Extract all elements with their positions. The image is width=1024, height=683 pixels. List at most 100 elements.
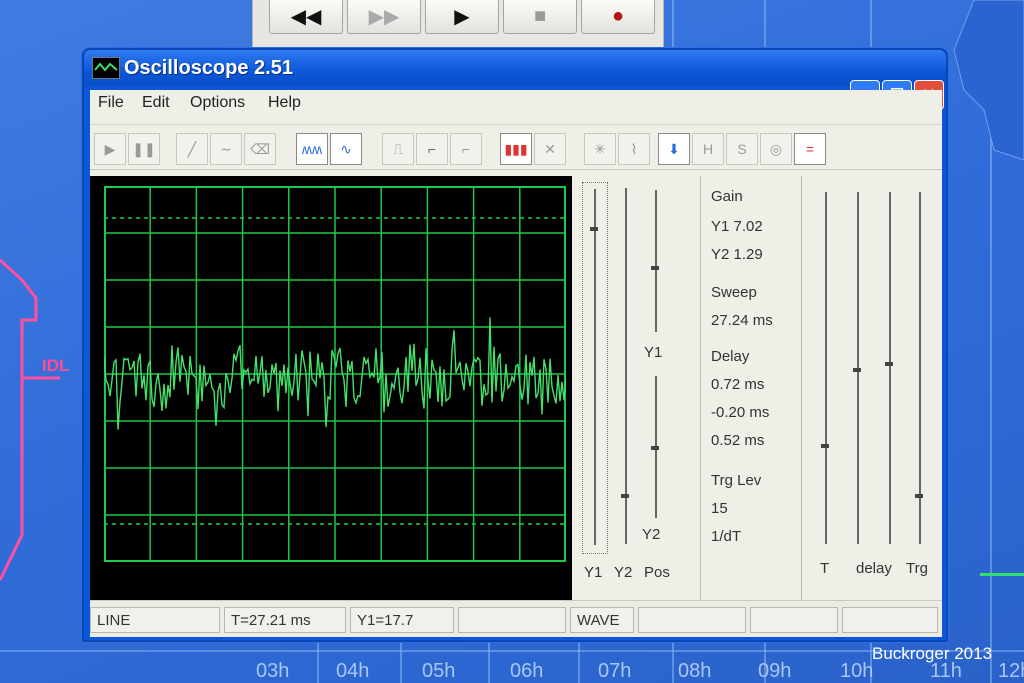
sweep-heading: Sweep xyxy=(711,284,757,301)
menu-help[interactable]: Help xyxy=(268,94,301,112)
photo-credit: Buckroger 2013 xyxy=(872,644,993,663)
y2-pos-label: Y2 xyxy=(642,526,661,543)
auto-tool[interactable]: ✳ xyxy=(584,133,616,165)
status-y1: Y1=17.7 xyxy=(350,607,454,633)
pause-icon: ❚❚ xyxy=(132,140,156,157)
equals-icon: = xyxy=(805,141,815,157)
scope-display[interactable] xyxy=(90,176,572,608)
pos-slider-label: Pos xyxy=(644,564,670,581)
rewind-icon: ◀◀ xyxy=(290,5,322,28)
time-label: 09h xyxy=(758,660,792,682)
menu-edit[interactable]: Edit xyxy=(142,94,170,112)
y1-pos-slider[interactable] xyxy=(644,186,668,336)
status-empty-1 xyxy=(458,607,566,633)
pause-tool[interactable]: ❚❚ xyxy=(128,133,160,165)
s-icon: S xyxy=(737,141,747,157)
curve-icon: ∼ xyxy=(220,140,232,157)
status-mode: LINE xyxy=(90,607,220,633)
settings-tool[interactable]: S xyxy=(726,133,758,165)
window-client: File Edit Options Help ▶ ❚❚ ╱ ∼ ⌫ ʍʍ ∿ ⎍… xyxy=(90,90,942,637)
fast-forward-button[interactable]: ▶▶ xyxy=(347,0,421,34)
menu-file[interactable]: File xyxy=(98,94,124,112)
wave-mode-tool[interactable]: ʍʍ xyxy=(296,133,328,165)
sweep-slider[interactable] xyxy=(814,192,838,544)
slope-icon: ⌐ xyxy=(461,141,471,157)
spectrum-tool[interactable]: ▮▮▮ xyxy=(500,133,532,165)
equals-tool[interactable]: = xyxy=(794,133,826,165)
xy-tool[interactable]: ∼ xyxy=(210,133,242,165)
freq-label: 1/dT xyxy=(711,528,742,545)
record-button[interactable]: ● xyxy=(581,0,655,34)
delay-value-1: 0.72 ms xyxy=(711,376,765,393)
edge-icon: ⌐ xyxy=(427,141,437,157)
sine-icon: ∿ xyxy=(340,140,352,157)
time-label: 04h xyxy=(336,660,370,682)
graph-icon: ⌇ xyxy=(630,140,638,157)
scope-grid xyxy=(104,186,566,562)
status-empty-2 xyxy=(638,607,746,633)
gain-y2-value: Y2 1.29 xyxy=(711,246,763,263)
play-button[interactable]: ▶ xyxy=(425,0,499,34)
run-tool[interactable]: ▶ xyxy=(94,133,126,165)
time-label: 08h xyxy=(678,660,712,682)
trigger-icon: ⎍ xyxy=(393,140,403,157)
sweep-value: 27.24 ms xyxy=(711,312,773,329)
download-tool[interactable]: ⬇ xyxy=(658,133,690,165)
zoom-tool[interactable]: ◎ xyxy=(760,133,792,165)
y2-slider-label: Y2 xyxy=(614,564,633,581)
status-empty-3 xyxy=(750,607,838,633)
idl-label: IDL xyxy=(42,356,70,375)
trigger-tool[interactable]: ⎍ xyxy=(382,133,414,165)
time-label: 05h xyxy=(422,660,456,682)
stop-icon: ■ xyxy=(533,4,547,27)
play-icon: ▶ xyxy=(104,140,116,157)
t-slider-label: T xyxy=(820,560,830,577)
display-tool[interactable]: ╱ xyxy=(176,133,208,165)
stop-button[interactable]: ■ xyxy=(503,0,577,34)
menu-options[interactable]: Options xyxy=(190,94,245,112)
green-line xyxy=(980,573,1024,576)
wave-icon: ʍʍ xyxy=(301,141,323,157)
time-label: 12h xyxy=(998,660,1024,682)
edge-tool[interactable]: ⌐ xyxy=(416,133,448,165)
spectrum-icon: ▮▮▮ xyxy=(504,140,528,157)
time-label: 06h xyxy=(510,660,544,682)
clear-tool[interactable]: ⌫ xyxy=(244,133,276,165)
y1-gain-slider[interactable] xyxy=(582,182,608,554)
title-bar[interactable]: Oscilloscope 2.51 xyxy=(84,50,946,86)
transport-bar: ◀◀ ▶▶ ▶ ■ ● xyxy=(252,0,664,51)
trigger-slider[interactable] xyxy=(908,192,932,544)
delay-slider[interactable] xyxy=(846,192,870,544)
status-empty-4 xyxy=(842,607,938,633)
rewind-button[interactable]: ◀◀ xyxy=(269,0,343,34)
slope-tool[interactable]: ⌐ xyxy=(450,133,482,165)
time-label: 10h xyxy=(840,660,874,682)
spark-icon: ✳ xyxy=(594,140,606,157)
timing-sliders-panel: T delay Trg xyxy=(806,176,938,608)
y2-pos-slider[interactable] xyxy=(644,372,668,522)
eraser-icon: ⌫ xyxy=(250,140,270,157)
zoom-icon: ◎ xyxy=(769,140,783,157)
y2-gain-slider[interactable] xyxy=(614,182,638,552)
hold-tool[interactable]: H xyxy=(692,133,724,165)
gain-heading: Gain xyxy=(711,188,743,205)
pink-trace xyxy=(0,258,60,581)
cross-icon: ✕ xyxy=(544,140,556,157)
delay-fine-slider[interactable] xyxy=(878,192,902,544)
graph-tool[interactable]: ⌇ xyxy=(618,133,650,165)
menu-bar: File Edit Options Help xyxy=(90,90,942,118)
trg-slider-label: Trg xyxy=(906,560,928,577)
record-icon: ● xyxy=(611,4,625,27)
delay-heading: Delay xyxy=(711,348,750,365)
sine-mode-tool[interactable]: ∿ xyxy=(330,133,362,165)
fast-forward-icon: ▶▶ xyxy=(368,5,400,28)
info-panel: Gain Y1 7.02 Y2 1.29 Sweep 27.24 ms Dela… xyxy=(700,176,802,608)
trigger-value: 15 xyxy=(711,500,728,517)
delay-value-3: 0.52 ms xyxy=(711,432,765,449)
y-sliders-panel: Y1 Y2 Y1 Y2 Pos xyxy=(578,176,690,608)
cross-tool[interactable]: ✕ xyxy=(534,133,566,165)
y1-slider-label: Y1 xyxy=(584,564,603,581)
app-icon xyxy=(92,57,120,79)
y1-pos-label: Y1 xyxy=(644,344,663,361)
download-icon: ⬇ xyxy=(668,140,680,157)
